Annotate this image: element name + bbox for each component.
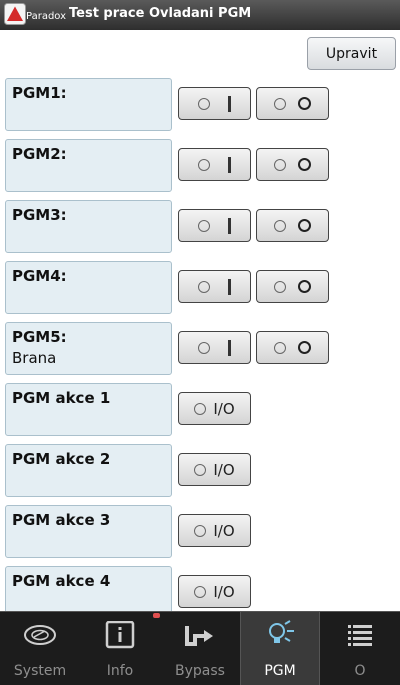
pgm-on-button[interactable] bbox=[178, 148, 251, 181]
toggle-label: I/O bbox=[213, 460, 235, 479]
pgm-list[interactable]: Upravit PGM1: PGM2: PGM3: PGM4: PGM5: Br… bbox=[0, 0, 400, 611]
tab-label: PGM bbox=[264, 663, 296, 679]
pgm-on-button[interactable] bbox=[178, 331, 251, 364]
action-toggle-button[interactable]: I/O bbox=[178, 392, 251, 425]
pgm-label: PGM2: bbox=[5, 139, 172, 192]
tab-info[interactable]: Info bbox=[80, 612, 160, 685]
action-label: PGM akce 4 bbox=[5, 566, 172, 611]
pgm-name: PGM1: bbox=[12, 84, 67, 102]
action-name: PGM akce 1 bbox=[12, 389, 111, 407]
tab-bypass[interactable]: Bypass bbox=[160, 612, 240, 685]
action-row: PGM akce 1 I/O bbox=[0, 383, 400, 439]
pgm-name: PGM2: bbox=[12, 145, 67, 163]
action-toggle-button[interactable]: I/O bbox=[178, 453, 251, 486]
action-row: PGM akce 4 I/O bbox=[0, 566, 400, 611]
pgm-name: PGM3: bbox=[12, 206, 67, 224]
toggle-label: I/O bbox=[213, 582, 235, 601]
action-toggle-button[interactable]: I/O bbox=[178, 575, 251, 608]
bulb-icon bbox=[263, 620, 297, 650]
pgm-label: PGM5: Brana bbox=[5, 322, 172, 375]
bottom-tab-bar: System Info Bypass PGM O bbox=[0, 611, 400, 685]
tab-o[interactable]: O bbox=[320, 612, 400, 685]
pgm-row: PGM1: bbox=[0, 78, 400, 134]
pgm-label: PGM4: bbox=[5, 261, 172, 314]
pgm-off-button[interactable] bbox=[256, 270, 329, 303]
action-label: PGM akce 2 bbox=[5, 444, 172, 497]
pgm-label: PGM1: bbox=[5, 78, 172, 131]
pgm-off-button[interactable] bbox=[256, 87, 329, 120]
action-row: PGM akce 2 I/O bbox=[0, 444, 400, 500]
info-icon bbox=[103, 620, 137, 650]
pgm-on-button[interactable] bbox=[178, 87, 251, 120]
toggle-label: I/O bbox=[213, 521, 235, 540]
action-label: PGM akce 1 bbox=[5, 383, 172, 436]
tab-pgm[interactable]: PGM bbox=[240, 612, 320, 685]
pgm-off-button[interactable] bbox=[256, 209, 329, 242]
action-label: PGM akce 3 bbox=[5, 505, 172, 558]
action-name: PGM akce 2 bbox=[12, 450, 111, 468]
tab-label: Bypass bbox=[175, 663, 225, 679]
action-name: PGM akce 3 bbox=[12, 511, 111, 529]
pgm-row: PGM2: bbox=[0, 139, 400, 195]
action-row: PGM akce 3 I/O bbox=[0, 505, 400, 561]
pgm-off-button[interactable] bbox=[256, 148, 329, 181]
tab-label: O bbox=[354, 663, 366, 679]
notification-badge bbox=[153, 613, 160, 618]
pgm-subtitle: Brana bbox=[12, 349, 57, 367]
pgm-on-button[interactable] bbox=[178, 270, 251, 303]
tab-label: Info bbox=[106, 663, 134, 679]
tab-label: System bbox=[13, 663, 67, 679]
pgm-name: PGM5: bbox=[12, 328, 67, 346]
action-name: PGM akce 4 bbox=[12, 572, 111, 590]
toggle-label: I/O bbox=[213, 399, 235, 418]
bypass-arrow-icon bbox=[183, 620, 217, 650]
list-icon bbox=[343, 620, 377, 650]
pgm-on-button[interactable] bbox=[178, 209, 251, 242]
pgm-row: PGM4: bbox=[0, 261, 400, 317]
pgm-name: PGM4: bbox=[12, 267, 67, 285]
action-toggle-button[interactable]: I/O bbox=[178, 514, 251, 547]
edit-button[interactable]: Upravit bbox=[307, 37, 396, 70]
pgm-row: PGM5: Brana bbox=[0, 322, 400, 378]
pgm-label: PGM3: bbox=[5, 200, 172, 253]
pgm-off-button[interactable] bbox=[256, 331, 329, 364]
safe-dial-icon bbox=[23, 620, 57, 650]
tab-system[interactable]: System bbox=[0, 612, 80, 685]
pgm-row: PGM3: bbox=[0, 200, 400, 256]
